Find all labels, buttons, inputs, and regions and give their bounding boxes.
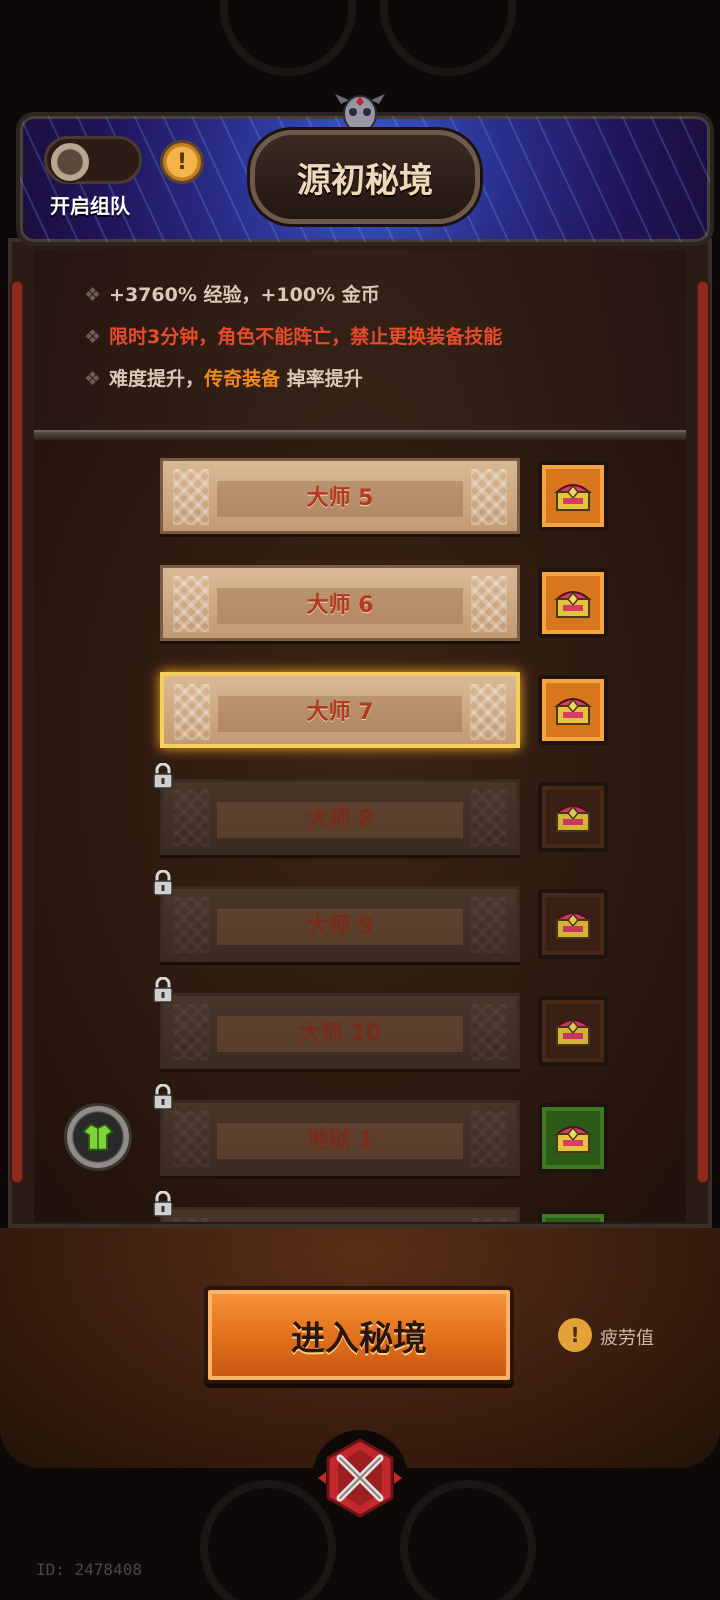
reward-chest-button[interactable]: [538, 1210, 608, 1222]
equipment-drop-badge[interactable]: [64, 1103, 132, 1171]
bg-ornament: [220, 0, 356, 76]
lock-icon: [152, 869, 174, 896]
page-title: 源初秘境: [297, 160, 433, 201]
left-side-bar: [10, 280, 24, 1184]
reward-chest-button[interactable]: [538, 889, 608, 959]
bullet-icon: ❖: [84, 326, 102, 348]
info-exp-gold: ❖ +3760% 经验，+100% 金币: [84, 280, 380, 307]
tier-row[interactable]: 大师 8: [160, 779, 520, 855]
info-text-1: +3760% 经验，+100% 金币: [109, 284, 380, 306]
chest-icon: [554, 1126, 592, 1153]
tier-label: 大师 8: [306, 807, 374, 832]
tier-label: 大师 5: [306, 486, 374, 511]
team-toggle-label: 开启组队: [50, 194, 130, 218]
legendary-equipment-text: 传奇装备: [204, 368, 281, 390]
tier-label: 大师 9: [306, 914, 374, 939]
chest-icon: [554, 1019, 592, 1046]
lock-icon: [152, 976, 174, 1003]
bg-ornament: [380, 0, 516, 76]
lock-icon: [152, 762, 174, 789]
fatigue-info-icon[interactable]: !: [558, 1318, 592, 1352]
lock-icon: [152, 1190, 174, 1217]
chest-icon: [554, 484, 592, 511]
bullet-icon: ❖: [84, 284, 102, 306]
tier-label: 大师 7: [306, 700, 374, 725]
chest-icon: [554, 912, 592, 939]
bg-ornament: [400, 1480, 536, 1600]
info-text-2: 限时3分钟，角色不能阵亡，禁止更换装备技能: [109, 326, 503, 348]
right-side-bar: [696, 280, 710, 1184]
armor-icon: [82, 1123, 114, 1151]
enter-realm-button[interactable]: 进入秘境: [204, 1286, 514, 1384]
title-plate: 源初秘境: [250, 130, 480, 224]
info-text-3-prefix: 难度提升，: [109, 368, 205, 390]
chest-icon: [554, 591, 592, 618]
reward-chest-button[interactable]: [538, 782, 608, 852]
tier-label: 大师 10: [298, 1021, 382, 1046]
tier-row[interactable]: 大师 9: [160, 886, 520, 962]
fatigue-label[interactable]: 疲劳值: [600, 1324, 654, 1350]
team-toggle[interactable]: [44, 136, 142, 184]
info-text-3-suffix: 掉率提升: [280, 368, 363, 390]
team-info-icon[interactable]: !: [160, 140, 204, 184]
tier-label: 大师 6: [306, 593, 374, 618]
close-crossed-swords-icon[interactable]: [310, 1428, 410, 1528]
tier-row[interactable]: [160, 1207, 520, 1222]
tier-row[interactable]: 大师 10: [160, 993, 520, 1069]
reward-chest-button[interactable]: [538, 461, 608, 531]
reward-chest-button[interactable]: [538, 1103, 608, 1173]
lock-icon: [152, 1083, 174, 1110]
reward-chest-button[interactable]: [538, 996, 608, 1066]
info-rules: ❖ 限时3分钟，角色不能阵亡，禁止更换装备技能: [84, 322, 502, 349]
tier-row[interactable]: 大师 7: [160, 672, 520, 748]
tier-label: 地狱 1: [306, 1128, 374, 1153]
divider: [34, 430, 686, 440]
tier-row[interactable]: 大师 5: [160, 458, 520, 534]
enter-realm-label: 进入秘境: [291, 1318, 427, 1359]
reward-chest-button[interactable]: [538, 675, 608, 745]
info-drop-rate: ❖ 难度提升，传奇装备 掉率提升: [84, 364, 363, 391]
tier-list[interactable]: 大师 5 大师 6 大师 7 大师 8 大师 9 大师 10 地狱 1: [34, 440, 686, 1222]
tier-row[interactable]: 地狱 1: [160, 1100, 520, 1176]
tier-row[interactable]: 大师 6: [160, 565, 520, 641]
chest-icon: [554, 805, 592, 832]
user-id: ID: 2478408: [36, 1560, 142, 1579]
bullet-icon: ❖: [84, 368, 102, 390]
chest-icon: [554, 698, 592, 725]
secret-realm-screen: 源初秘境 开启组队 ! ❖ +3760% 经验，+100% 金币 ❖ 限时3分钟，角…: [0, 0, 720, 1600]
reward-chest-button[interactable]: [538, 568, 608, 638]
toggle-knob[interactable]: [49, 141, 91, 183]
